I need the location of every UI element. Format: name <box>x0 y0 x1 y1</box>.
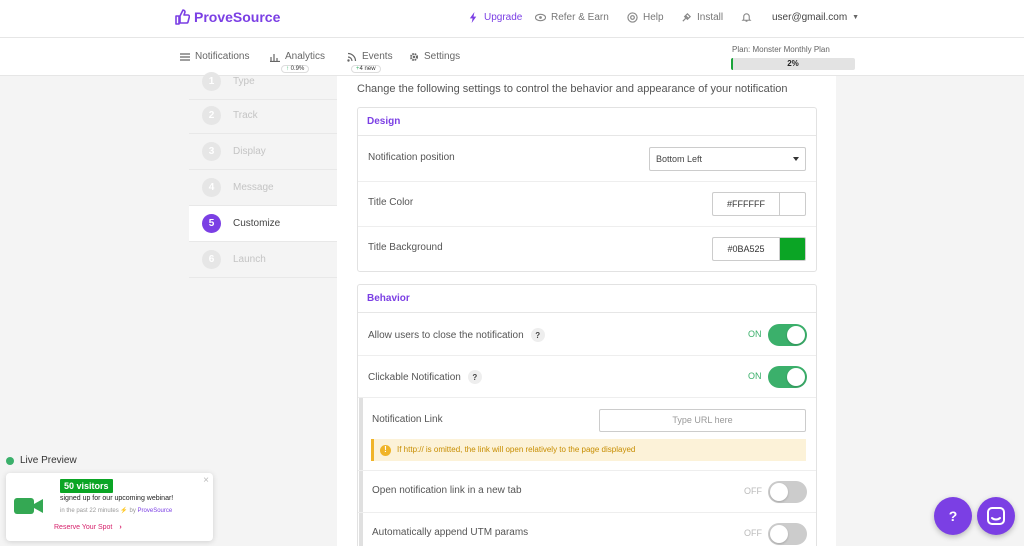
lifebuoy-icon <box>627 12 638 23</box>
new-tab-state: OFF <box>744 486 762 496</box>
user-menu[interactable]: user@gmail.com ▼ <box>772 12 859 23</box>
tab-settings[interactable]: Settings <box>409 51 460 62</box>
visitors-badge: 50 visitors <box>60 479 113 493</box>
notification-preview[interactable]: 50 visitors signed up for our upcoming w… <box>6 473 213 541</box>
refer-earn-link[interactable]: Refer & Earn <box>535 12 609 23</box>
allow-close-toggle[interactable] <box>768 324 807 346</box>
tab-notifications[interactable]: Notifications <box>180 51 249 62</box>
link-warning: ! If http:// is omitted, the link will o… <box>371 439 806 461</box>
notification-link-input[interactable]: Type URL here <box>599 409 806 432</box>
position-select[interactable]: Bottom Left <box>649 147 806 171</box>
utm-toggle[interactable] <box>768 523 807 545</box>
title-color-input[interactable]: #FFFFFF <box>712 192 779 216</box>
title-bg-label: Title Background <box>368 242 443 253</box>
warning-icon: ! <box>380 444 391 456</box>
steps-sidebar: 1 Type 2 Track 3 Display 4 Message 5 Customiz… <box>189 72 337 280</box>
design-card: Design Notification position Bottom Left… <box>357 107 817 272</box>
brand-logo[interactable]: ProveSource <box>174 9 280 25</box>
live-preview-label: Live Preview <box>6 455 77 466</box>
thumbs-up-icon <box>175 9 190 25</box>
chevron-down-icon: ▼ <box>852 14 860 21</box>
step-track[interactable]: 2 Track <box>189 98 337 134</box>
new-tab-label: Open notification link in a new tab <box>372 485 522 496</box>
utm-row: Automatically append UTM params OFF <box>358 513 816 546</box>
allow-close-state: ON <box>748 329 762 339</box>
bar-chart-icon <box>270 53 280 62</box>
title-bg-swatch[interactable] <box>779 237 806 261</box>
step-customize[interactable]: 5 Customize <box>189 206 337 242</box>
lightning-icon <box>469 12 477 23</box>
rss-icon <box>347 52 357 62</box>
new-tab-toggle[interactable] <box>768 481 807 503</box>
plan-progress-bar: 2% <box>731 58 855 70</box>
lightning-icon: ⚡ <box>120 508 128 514</box>
title-bg-input[interactable]: #0BA525 <box>712 237 779 261</box>
preview-time: in the past 22 minutes ⚡ by ProveSource <box>60 508 173 514</box>
tab-analytics[interactable]: Analytics <box>270 51 325 62</box>
status-dot <box>6 456 14 465</box>
help-question-icon[interactable]: ? <box>530 328 545 342</box>
upgrade-link[interactable]: Upgrade <box>468 12 522 23</box>
main-panel: Change the following settings to control… <box>337 76 836 546</box>
caret-down-icon <box>793 157 799 161</box>
clickable-row: Clickable Notification ? ON <box>358 356 816 398</box>
step-type[interactable]: 1 Type <box>189 64 337 100</box>
position-row: Notification position Bottom Left <box>358 137 816 182</box>
gear-icon <box>410 52 418 61</box>
help-fab[interactable]: ? <box>934 497 972 535</box>
events-badge: +4 new <box>351 65 381 73</box>
preview-message: signed up for our upcoming webinar! <box>60 495 174 502</box>
list-icon <box>180 52 190 61</box>
step-display[interactable]: 3 Display <box>189 134 337 170</box>
plan-progress-text: 2% <box>787 59 799 68</box>
clickable-state: ON <box>748 371 762 381</box>
behavior-title: Behavior <box>358 285 816 313</box>
clickable-label: Clickable Notification ? <box>368 370 482 384</box>
position-label: Notification position <box>368 152 455 163</box>
chat-icon <box>987 507 1005 525</box>
top-navbar: ProveSource Upgrade Refer & Earn Help In… <box>0 0 1024 38</box>
utm-label: Automatically append UTM params <box>372 527 529 538</box>
step-message[interactable]: 4 Message <box>189 170 337 206</box>
link-label: Notification Link <box>372 414 443 425</box>
title-color-row: Title Color #FFFFFF <box>358 182 816 227</box>
design-title: Design <box>358 108 816 136</box>
video-camera-icon <box>14 498 43 514</box>
notifications-bell[interactable] <box>741 12 752 23</box>
brand-name: ProveSource <box>194 9 281 25</box>
chevron-right-icon: › <box>119 524 122 531</box>
install-link[interactable]: Install <box>681 12 723 23</box>
help-question-icon[interactable]: ? <box>467 370 482 384</box>
help-link[interactable]: Help <box>627 12 664 23</box>
allow-close-label: Allow users to close the notification ? <box>368 328 545 342</box>
clickable-toggle[interactable] <box>768 366 807 388</box>
link-row: Notification Link Type URL here ! If htt… <box>358 398 816 471</box>
bell-icon <box>741 13 752 22</box>
intro-text: Change the following settings to control… <box>357 83 788 95</box>
behavior-card: Behavior Allow users to close the notifi… <box>357 284 817 546</box>
chat-fab[interactable] <box>977 497 1015 535</box>
new-tab-row: Open notification link in a new tab OFF <box>358 471 816 513</box>
title-color-swatch[interactable] <box>779 192 806 216</box>
close-icon[interactable]: × <box>203 475 209 486</box>
plan-label: Plan: Monster Monthly Plan <box>732 45 830 54</box>
title-bg-row: Title Background #0BA525 <box>358 227 816 272</box>
tab-events[interactable]: Events <box>347 51 393 62</box>
utm-state: OFF <box>744 528 762 538</box>
plug-icon <box>682 12 692 22</box>
allow-close-row: Allow users to close the notification ? … <box>358 314 816 356</box>
title-color-label: Title Color <box>368 197 414 208</box>
sub-navbar: Notifications Analytics ↑ 0.9% Events +4… <box>0 38 1024 76</box>
step-launch[interactable]: 6 Launch <box>189 242 337 278</box>
preview-cta[interactable]: Reserve Your Spot › <box>54 524 122 531</box>
eye-icon <box>535 13 546 22</box>
